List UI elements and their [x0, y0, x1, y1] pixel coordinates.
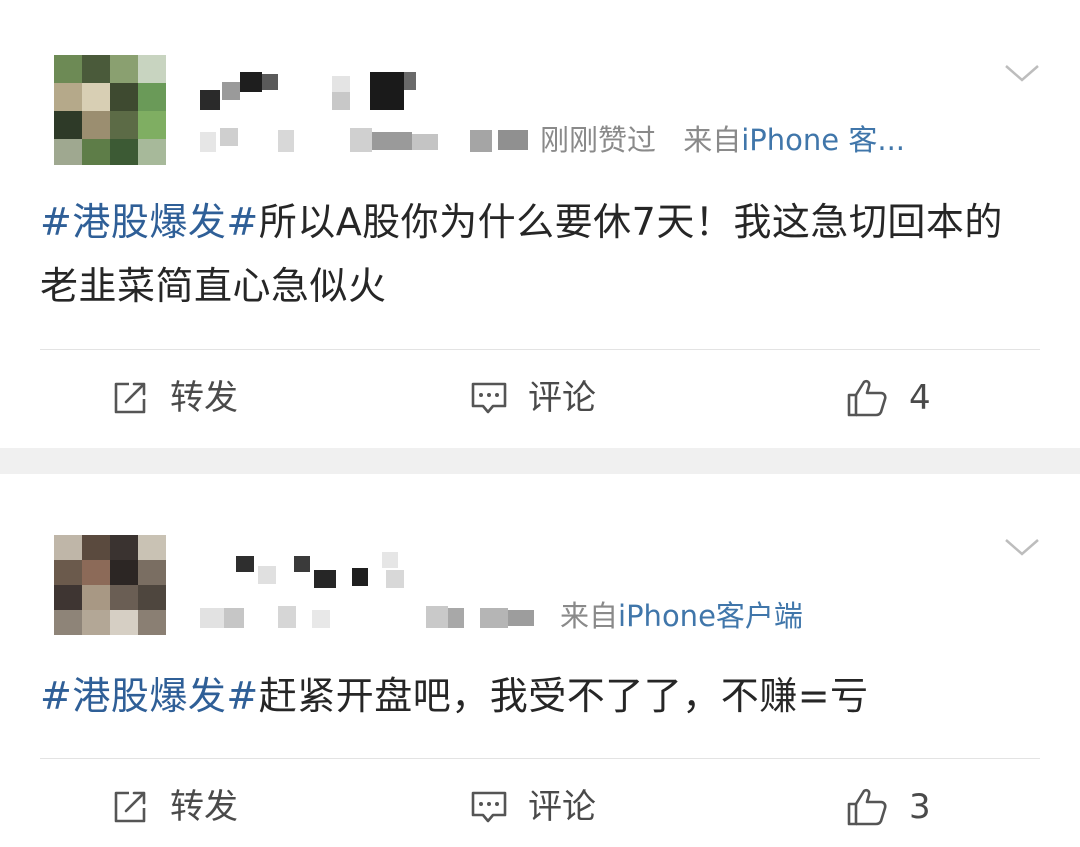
comment-icon — [471, 382, 507, 414]
divider — [40, 349, 1040, 350]
hashtag-link[interactable]: #港股爆发# — [40, 200, 259, 244]
source-prefix: 来自 — [683, 123, 742, 157]
comment-button[interactable]: 评论 — [468, 777, 596, 837]
like-count: 4 — [909, 378, 931, 418]
comment-icon — [471, 791, 507, 823]
meta-suffix: 刚刚赞过 — [540, 123, 657, 157]
avatar[interactable] — [54, 535, 166, 635]
source-prefix: 来自 — [560, 599, 619, 633]
username[interactable] — [236, 552, 426, 592]
like-icon — [847, 379, 887, 417]
comment-label: 评论 — [528, 378, 596, 418]
like-count: 3 — [909, 787, 931, 827]
comment-label: 评论 — [528, 787, 596, 827]
post-text: 赶紧开盘吧，我受不了了，不赚=亏 — [258, 674, 869, 718]
source-link[interactable]: iPhone客户端 — [618, 599, 803, 633]
repost-button[interactable]: 转发 — [110, 777, 238, 837]
like-icon — [847, 788, 887, 826]
post-card[interactable]: 刚刚赞过 来自iPhone 客... #港股爆发#所以A股你为什么要休7天！我这… — [0, 0, 1080, 448]
repost-button[interactable]: 转发 — [110, 368, 238, 428]
repost-label: 转发 — [170, 378, 238, 418]
hashtag-link[interactable]: #港股爆发# — [40, 674, 259, 718]
action-bar: 转发 评论 3 — [0, 777, 1080, 837]
repost-label: 转发 — [170, 787, 238, 827]
post-meta-obscured — [200, 602, 550, 634]
chevron-down-icon[interactable] — [1002, 60, 1042, 86]
post-body: #港股爆发#所以A股你为什么要休7天！我这急切回本的老韭菜简直心急似火 — [40, 190, 1040, 318]
source-link[interactable]: iPhone 客... — [741, 123, 905, 157]
like-button[interactable]: 3 — [845, 777, 931, 837]
action-bar: 转发 评论 4 — [0, 368, 1080, 428]
post-meta-obscured — [200, 124, 540, 158]
divider — [40, 758, 1040, 759]
post-meta: 刚刚赞过 来自iPhone 客... — [540, 121, 905, 159]
like-button[interactable]: 4 — [845, 368, 931, 428]
comment-button[interactable]: 评论 — [468, 368, 596, 428]
repost-icon — [114, 382, 146, 414]
avatar[interactable] — [54, 55, 166, 165]
repost-icon — [114, 791, 146, 823]
post-meta: 来自iPhone客户端 — [560, 597, 803, 635]
chevron-down-icon[interactable] — [1002, 534, 1042, 560]
username[interactable] — [200, 72, 420, 112]
post-body: #港股爆发#赶紧开盘吧，我受不了了，不赚=亏 — [40, 664, 1040, 728]
post-card[interactable]: 来自iPhone客户端 #港股爆发#赶紧开盘吧，我受不了了，不赚=亏 转发 评论 — [0, 474, 1080, 847]
